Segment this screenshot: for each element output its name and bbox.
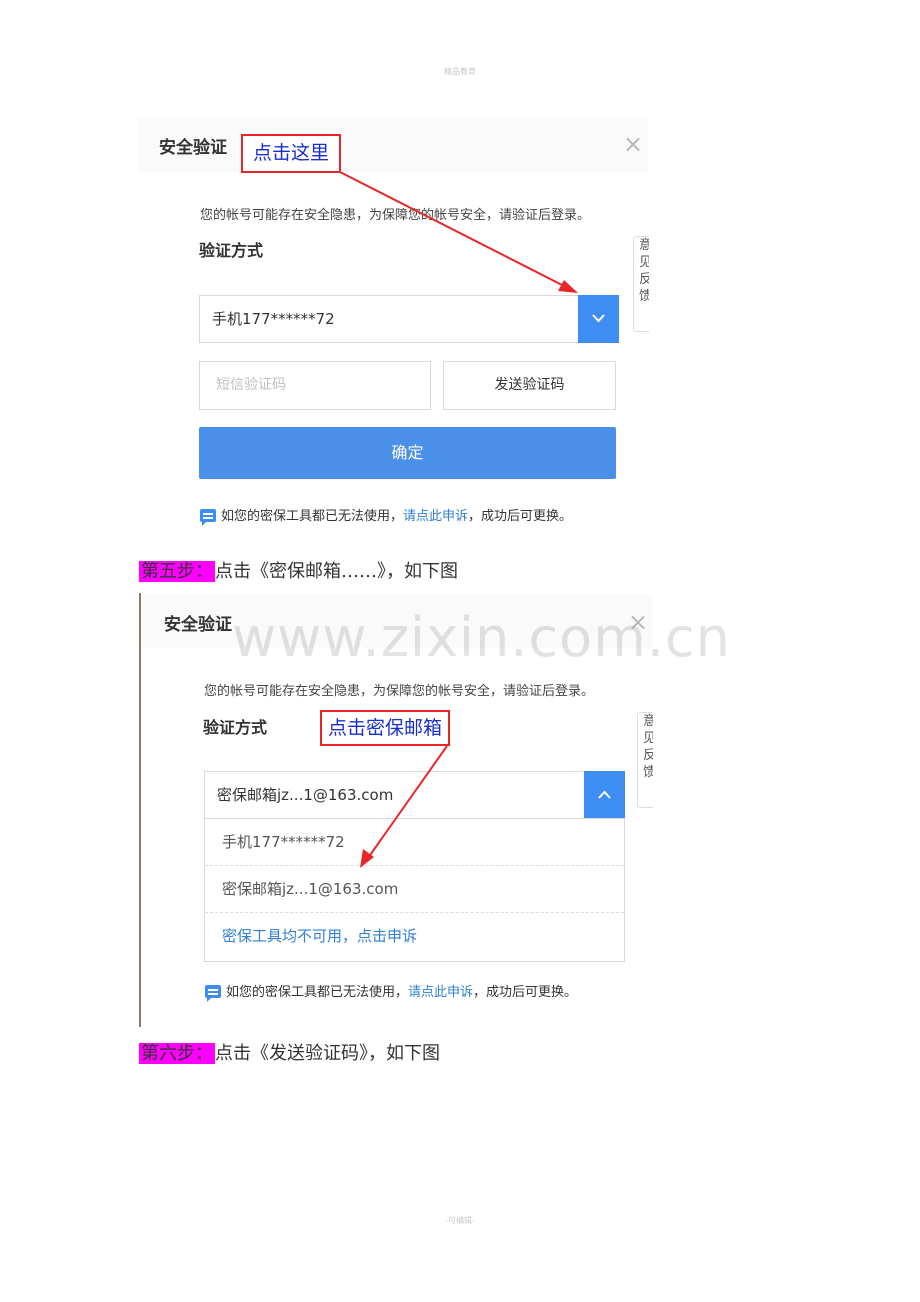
step6-label: 第六步：: [139, 1043, 215, 1064]
step6-text: 点击《发送验证码》，如下图: [215, 1043, 440, 1064]
annotation-arrow-2: [360, 745, 448, 868]
footer-note: -可编辑-: [445, 1216, 475, 1225]
step6-row: 第六步： 点击《发送验证码》，如下图: [139, 1041, 440, 1067]
